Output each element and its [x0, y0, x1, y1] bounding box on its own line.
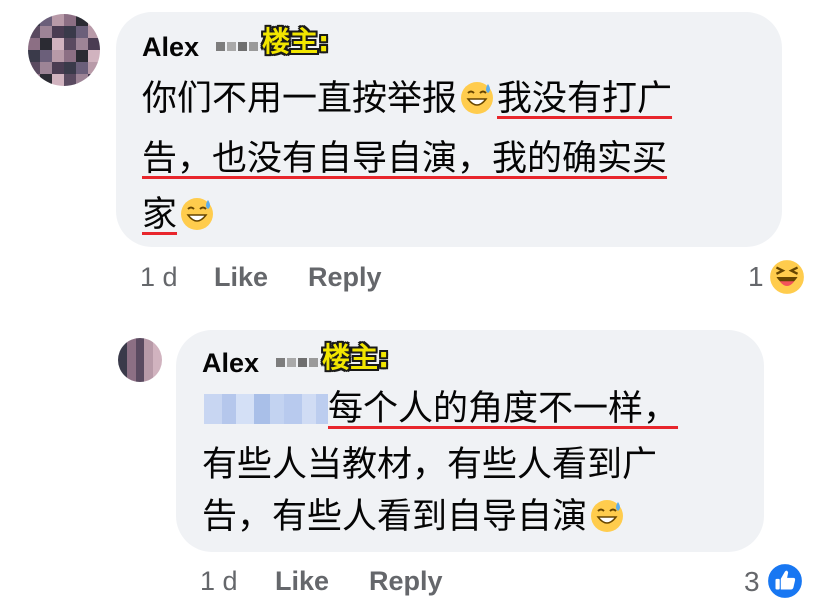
comment-timestamp[interactable]: 1 d [140, 262, 178, 293]
underlined-text-segment: 家 [142, 195, 178, 235]
text-segment: 告，有些人看到自导自演 [202, 497, 588, 537]
laughing-emoji-icon[interactable] [768, 258, 806, 296]
reply-button[interactable]: Reply [369, 566, 443, 597]
reply-button[interactable]: Reply [308, 262, 382, 293]
avatar[interactable] [28, 14, 100, 86]
blurred-mention-tag[interactable] [204, 394, 328, 424]
text-segment: 你们不用一直按举报 [142, 79, 458, 119]
grinning-sweat-emoji-icon [181, 198, 214, 230]
comment-text-line: 家 [142, 192, 217, 238]
grinning-sweat-emoji-icon [591, 500, 624, 532]
comment-text-line: 你们不用一直按举报 我没有打广 [142, 76, 672, 122]
reaction-count[interactable]: 3 [744, 566, 760, 598]
grinning-sweat-emoji-icon [461, 82, 494, 114]
op-badge: 楼主: [322, 341, 390, 374]
reply-bubble: Alex 楼主: 每个人的角度不一样， 有些人当教材，有些人看到广 告，有些人看… [176, 330, 764, 552]
like-button[interactable]: Like [275, 566, 329, 597]
avatar[interactable] [118, 338, 162, 382]
comment-text-line: 每个人的角度不一样， [328, 389, 679, 429]
comment-author[interactable]: Alex [142, 32, 199, 63]
like-thumb-icon[interactable] [766, 562, 804, 600]
blurred-surname [216, 42, 258, 51]
like-button[interactable]: Like [214, 262, 268, 293]
comment-author[interactable]: Alex [202, 348, 259, 379]
comment-text-line: 告，也没有自导自演，我的确实买 [142, 139, 668, 179]
op-badge: 楼主: [262, 25, 330, 58]
comment-text-line: 有些人当教材，有些人看到广 [202, 445, 658, 485]
blurred-surname [276, 358, 318, 367]
underlined-text-segment: 我没有打广 [497, 79, 673, 119]
comment-bubble: Alex 楼主: 你们不用一直按举报 我没有打广 告，也没有自导自演，我的确实买 … [116, 12, 782, 247]
comment-timestamp[interactable]: 1 d [200, 566, 238, 597]
comment-text-line: 告，有些人看到自导自演 [202, 494, 627, 540]
reaction-count[interactable]: 1 [748, 261, 764, 293]
